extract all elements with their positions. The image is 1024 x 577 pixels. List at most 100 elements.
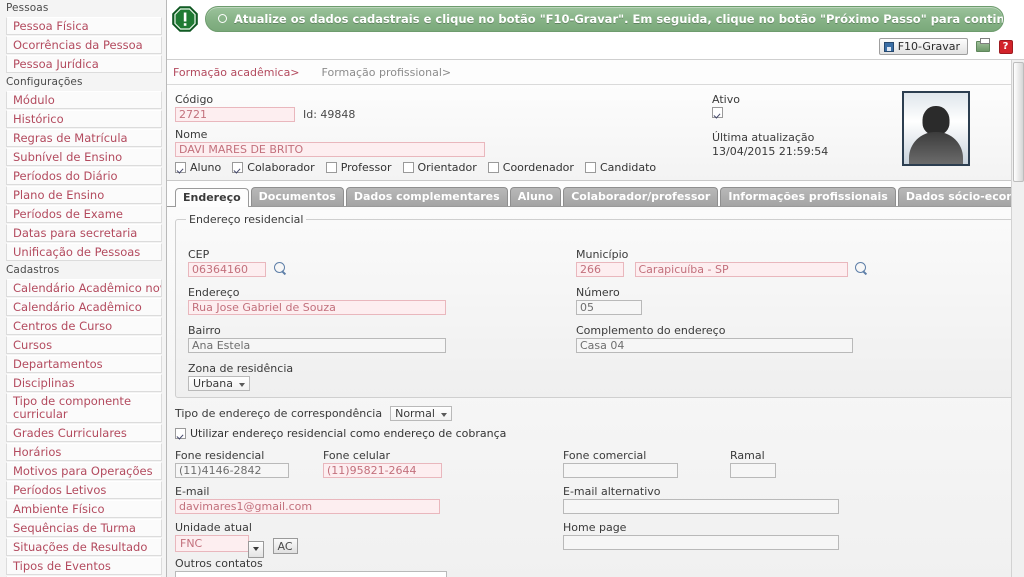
ramal-input[interactable] [730, 463, 776, 478]
endereco-residencial-fieldset: Endereço residencial CEP Endereço Bairro [175, 213, 1014, 398]
sidebar[interactable]: Pessoas Pessoa Física Ocorrências da Pesso… [0, 0, 167, 577]
zona-label: Zona de residência [188, 362, 294, 375]
sidebar-item[interactable]: Pessoa Física [6, 17, 162, 35]
alert-message-box: Atualize os dados cadastrais e clique no… [205, 5, 1004, 32]
alert-bar: Atualize os dados cadastrais e clique no… [167, 0, 1024, 34]
email-alternativo-input[interactable] [563, 499, 839, 514]
sidebar-item[interactable]: Ocorrências da Pessoa [6, 36, 162, 54]
cep-input[interactable] [188, 262, 266, 277]
checkbox-colaborador-label: Colaborador [247, 161, 315, 174]
email-input[interactable] [175, 499, 440, 514]
bairro-label: Bairro [188, 324, 221, 337]
checkbox-professor[interactable]: Professor [325, 161, 392, 174]
sidebar-item[interactable]: Pessoa Jurídica [6, 55, 162, 73]
sidebar-item[interactable]: Departamentos [6, 355, 162, 373]
checkbox-coordenador-box [487, 162, 499, 173]
sidebar-item[interactable]: Motivos para Operações [6, 462, 162, 480]
sidebar-item[interactable]: Plano de Ensino [6, 186, 162, 204]
search-icon-cep[interactable] [273, 262, 287, 275]
sidebar-item[interactable]: Centros de Curso [6, 317, 162, 335]
zona-select[interactable]: Urbana [188, 376, 251, 391]
checkbox-aluno[interactable]: Aluno [175, 161, 221, 174]
complemento-input[interactable] [576, 338, 853, 353]
sidebar-item[interactable]: Situações de Resultado [6, 538, 162, 556]
sidebar-item[interactable]: Datas para secretaria [6, 224, 162, 242]
checkbox-colaborador-box [232, 162, 244, 173]
print-button[interactable] [974, 38, 991, 55]
sidebar-item[interactable]: Horários [6, 443, 162, 461]
sidebar-item[interactable]: Unificação de Pessoas [6, 243, 162, 261]
exclamation-octagon-icon [171, 5, 199, 33]
person-header-panel: Código Id: 49848 Nome Aluno Colaborador [167, 85, 1024, 181]
sidebar-item[interactable]: Regras de Matrícula [6, 129, 162, 147]
fone-celular-input[interactable] [323, 463, 442, 478]
checkbox-colaborador[interactable]: Colaborador [232, 161, 315, 174]
sidebar-group-title: Cadastros [0, 262, 166, 279]
home-page-input[interactable] [563, 535, 839, 550]
unidade-atual-dropdown-button[interactable] [248, 540, 264, 558]
tab-informacoes-profissionais[interactable]: Informações profissionais [720, 187, 896, 206]
breadcrumb-formacao-academica[interactable]: Formação acadêmica> [173, 66, 300, 79]
sidebar-item[interactable]: Módulo [6, 91, 162, 109]
fone-comercial-input[interactable] [563, 463, 678, 478]
sidebar-item[interactable]: Sequências de Turma [6, 519, 162, 537]
sidebar-item[interactable]: Grades Curriculares [6, 424, 162, 442]
vertical-scrollbar[interactable] [1011, 60, 1024, 577]
tab-dados-complementares[interactable]: Dados complementares [345, 187, 508, 206]
municipio-name-input[interactable] [634, 262, 848, 277]
unidade-atual-select[interactable]: FNC [175, 535, 249, 552]
endereco-input[interactable] [188, 300, 446, 315]
sidebar-item[interactable]: Calendário Acadêmico novo [6, 279, 162, 297]
sidebar-item[interactable]: Tipo de componente curricular [6, 393, 162, 423]
nome-input[interactable] [175, 142, 485, 157]
outros-contatos-textarea[interactable] [175, 571, 447, 577]
fone-comercial-group: Fone comercial [563, 449, 678, 478]
sidebar-item[interactable]: Tipos de Eventos [6, 557, 162, 575]
fone-residencial-input[interactable] [175, 463, 289, 478]
checkbox-endereco-cobranca-box [175, 428, 186, 439]
sidebar-item[interactable]: Calendário Acadêmico [6, 298, 162, 316]
tipo-correspondencia-select[interactable]: Normal [390, 406, 453, 421]
endereco-group: Endereço [188, 286, 488, 315]
sidebar-item[interactable]: Histórico [6, 110, 162, 128]
tab-dados-socio-economicos[interactable]: Dados sócio-econômicos [897, 187, 1024, 206]
tab-documentos[interactable]: Documentos [250, 187, 344, 206]
checkbox-candidato[interactable]: Candidato [584, 161, 656, 174]
bairro-input[interactable] [188, 338, 446, 353]
tab-aluno[interactable]: Aluno [509, 187, 562, 206]
checkbox-ativo[interactable] [712, 107, 723, 118]
checkbox-coordenador-label: Coordenador [502, 161, 574, 174]
help-button[interactable]: ? [997, 38, 1014, 55]
numero-label: Número [576, 286, 620, 299]
numero-input[interactable] [576, 300, 642, 315]
municipio-code-input[interactable] [576, 262, 624, 277]
sidebar-item[interactable]: Disciplinas [6, 374, 162, 392]
checkbox-endereco-cobranca[interactable]: Utilizar endereço residencial como ender… [175, 427, 1014, 440]
sidebar-item[interactable]: Períodos Letivos [6, 481, 162, 499]
sidebar-item[interactable]: Subnível de Ensino [6, 148, 162, 166]
sidebar-item[interactable]: Cursos [6, 336, 162, 354]
breadcrumb-formacao-profissional[interactable]: Formação profissional> [322, 66, 452, 79]
tipo-correspondencia-label: Tipo de endereço de correspondência [175, 406, 383, 420]
ac-button[interactable]: AC [272, 538, 298, 554]
checkbox-candidato-box [584, 162, 596, 173]
complemento-group: Complemento do endereço [576, 324, 1024, 353]
tab-endereco[interactable]: Endereço [175, 188, 249, 207]
search-icon-municipio[interactable] [855, 262, 868, 275]
ativo-block: Ativo Última atualização 13/04/2015 21:5… [712, 93, 912, 159]
sidebar-item[interactable]: Ambiente Físico [6, 500, 162, 518]
sidebar-item[interactable]: Períodos do Diário [6, 167, 162, 185]
complemento-label: Complemento do endereço [576, 324, 726, 337]
checkbox-orientador[interactable]: Orientador [402, 161, 477, 174]
sidebar-item[interactable]: Períodos de Exame [6, 205, 162, 223]
tab-colaborador-professor[interactable]: Colaborador/professor [563, 187, 719, 206]
vertical-scrollbar-thumb[interactable] [1013, 62, 1024, 182]
save-button[interactable]: F10-Gravar [878, 38, 968, 55]
codigo-input[interactable] [175, 107, 295, 122]
cep-label: CEP [188, 248, 210, 261]
fone-residencial-label: Fone residencial [175, 449, 265, 462]
avatar[interactable] [902, 91, 970, 166]
sidebar-group-title: Configurações [0, 74, 166, 91]
checkbox-coordenador[interactable]: Coordenador [487, 161, 574, 174]
printer-icon [975, 38, 990, 52]
